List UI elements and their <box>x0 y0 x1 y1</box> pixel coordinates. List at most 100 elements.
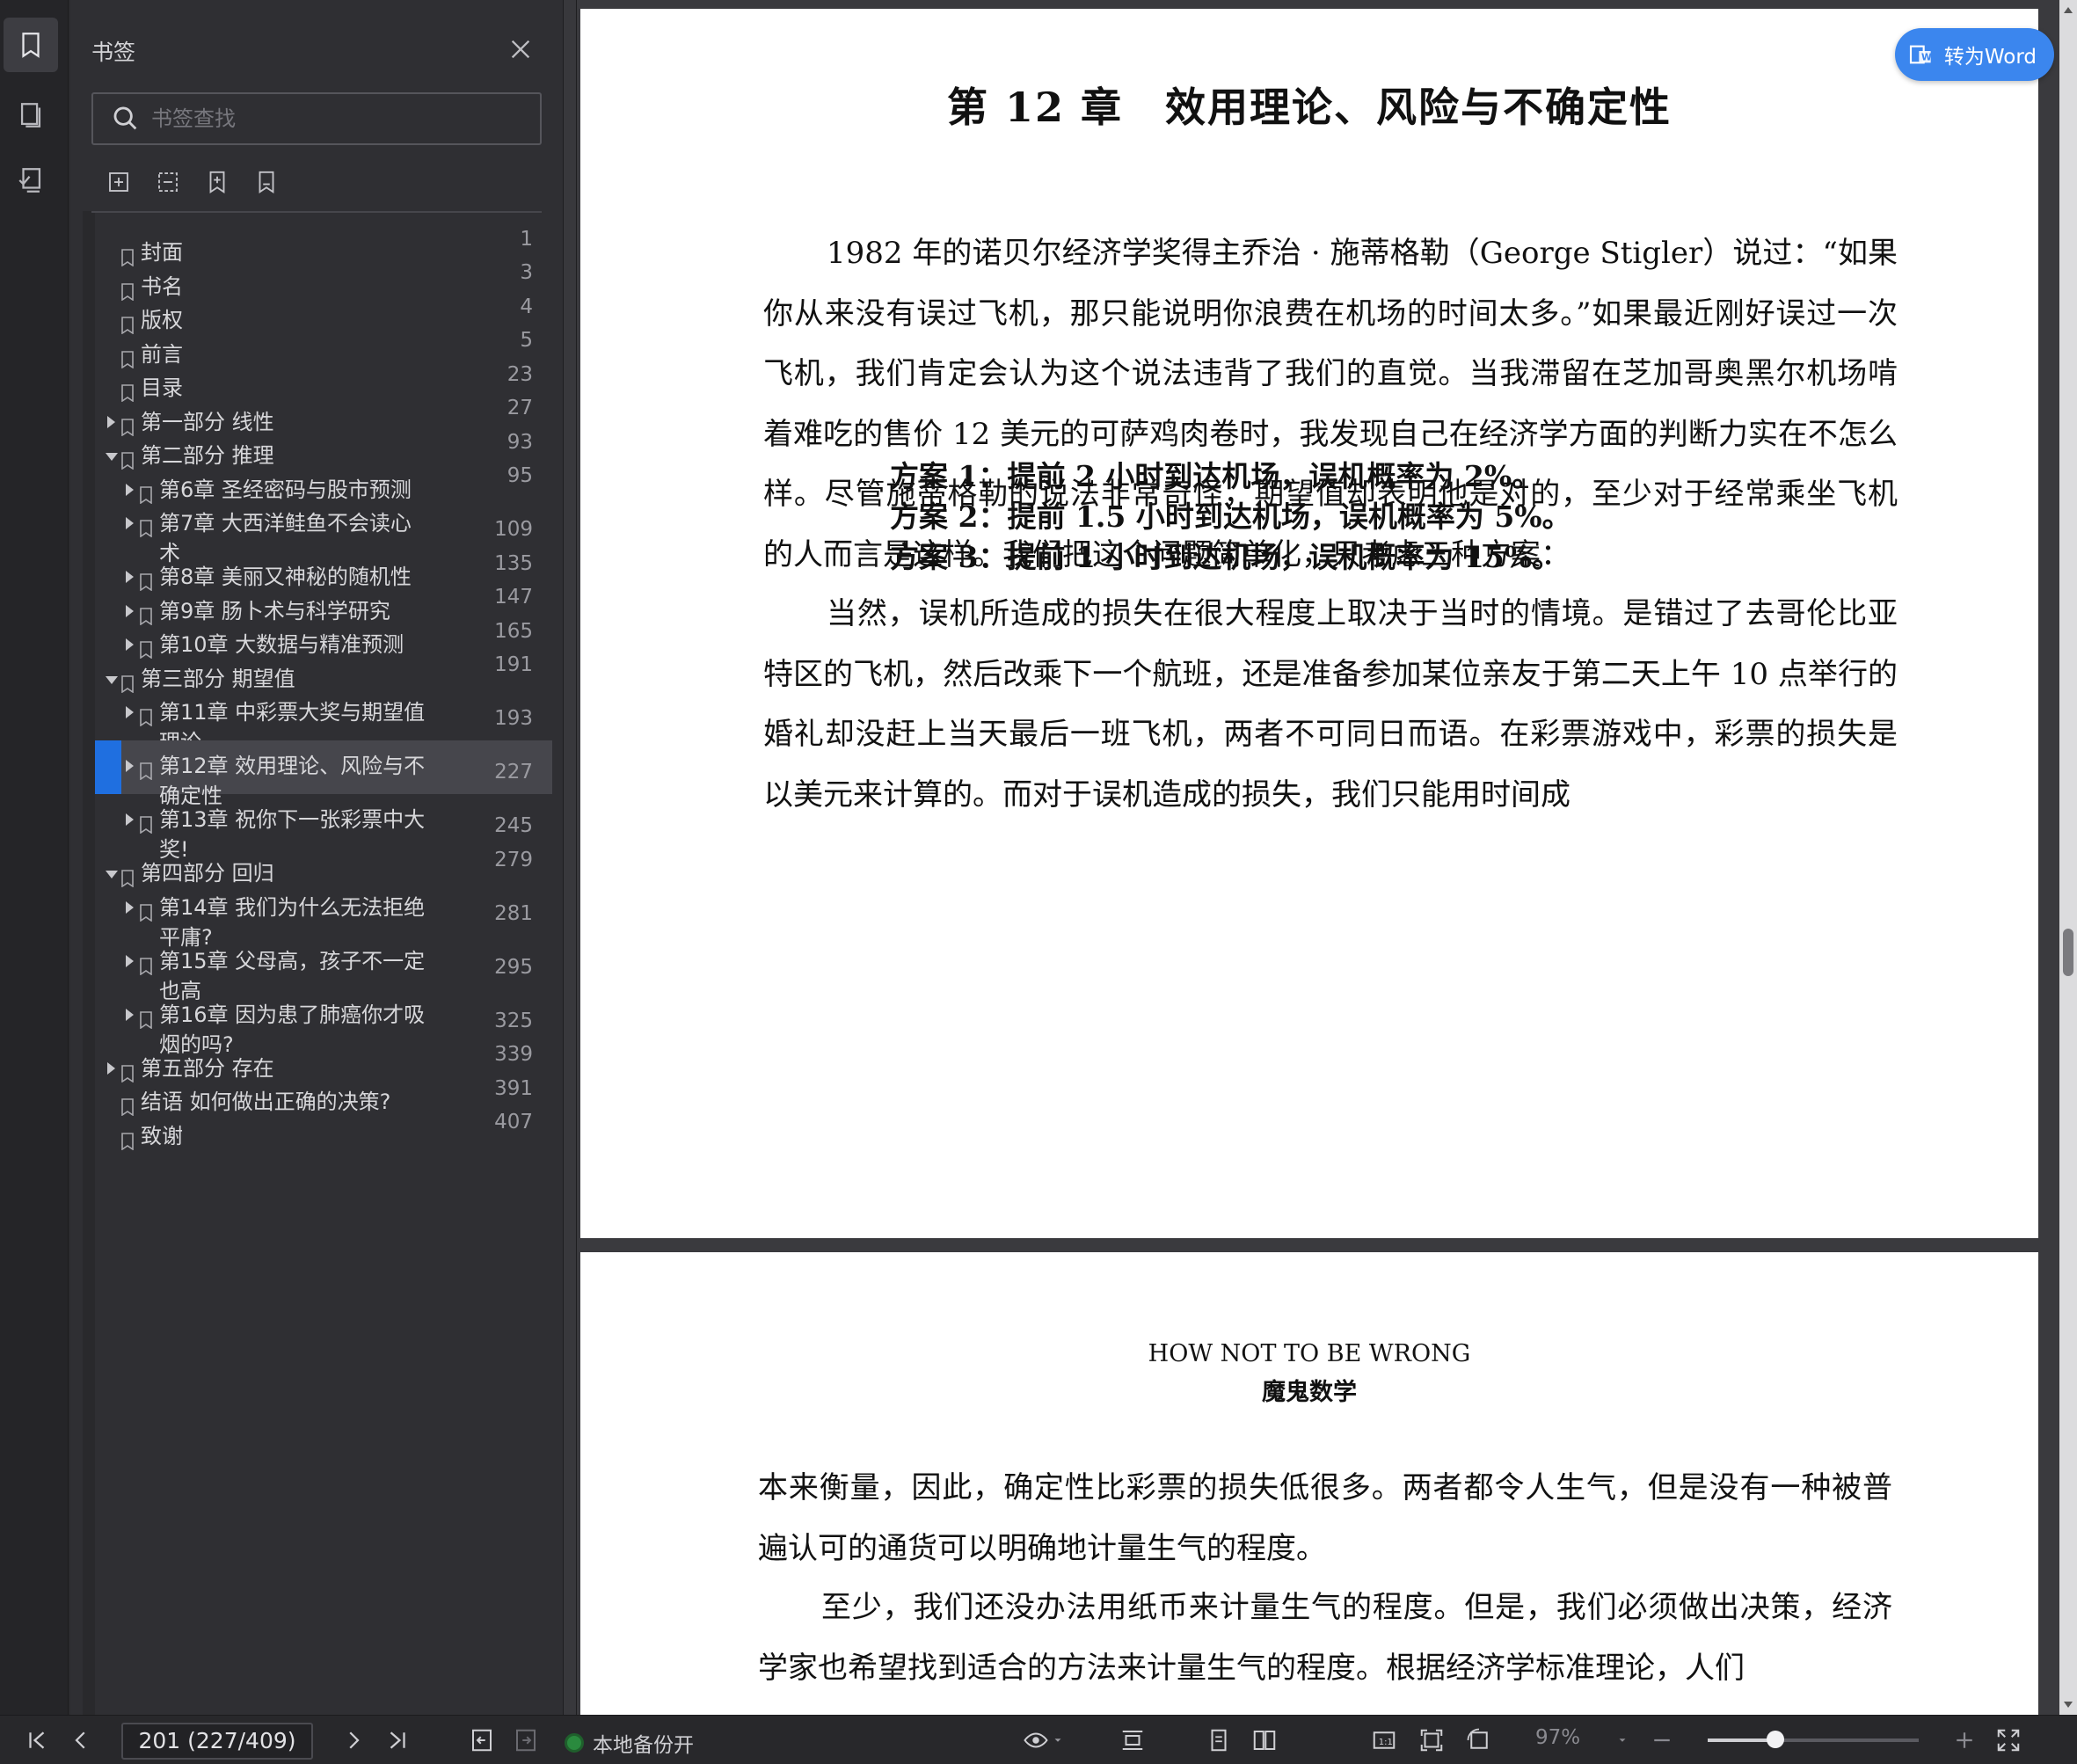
bookmark-item[interactable]: 第15章 父母高，孩子不一定 也高 295 <box>95 936 552 1003</box>
eye-protection-button[interactable] <box>1020 1724 1052 1756</box>
bookmark-item[interactable]: 第16章 因为患了肺癌你才吸 烟的吗? 325 <box>95 989 552 1057</box>
backup-status-icon <box>565 1733 584 1753</box>
eye-mode-dropdown[interactable] <box>1052 1724 1064 1756</box>
bookmark-page-number: 227 <box>494 761 533 784</box>
close-panel-button[interactable] <box>505 33 536 65</box>
bookmark-item[interactable]: 书名 3 <box>95 261 552 301</box>
bookmark-item[interactable]: 结语 如何做出正确的决策? 391 <box>95 1076 552 1117</box>
panel-resizer[interactable] <box>563 0 577 1715</box>
bookmark-item[interactable]: 致谢 407 <box>95 1111 552 1150</box>
caret-right-icon[interactable] <box>126 638 134 651</box>
zoom-in-button[interactable] <box>1949 1724 1980 1756</box>
bookmark-page-number: 27 <box>506 397 533 419</box>
paragraph: 本来衡量，因此，确定性比彩票的损失低很多。两者都令人生气，但是没有一种被普遍认可… <box>758 1470 1892 1566</box>
bookmark-icon <box>140 637 152 660</box>
bookmark-item[interactable]: 第11章 中彩票大奖与期望值 理论193 <box>95 687 552 754</box>
bookmark-item[interactable]: 封面 1 <box>95 227 552 267</box>
document-scrollbar[interactable] <box>2059 0 2077 1715</box>
scrollbar-thumb[interactable] <box>2063 929 2073 976</box>
go-back-button[interactable] <box>466 1724 498 1756</box>
bookmark-page-number: 109 <box>494 518 533 541</box>
bookmark-icon <box>121 671 134 693</box>
bookmark-item[interactable]: 第13章 祝你下一张彩票中大 奖! 245 <box>95 794 552 862</box>
caret-down-icon[interactable] <box>106 871 118 878</box>
bookmark-page-number: 93 <box>506 430 533 454</box>
minus-icon <box>1654 1738 1670 1742</box>
convert-to-word-button[interactable]: W 转为Word <box>1894 28 2054 81</box>
zoom-slider[interactable] <box>1708 1731 1919 1748</box>
caret-right-icon[interactable] <box>126 604 134 617</box>
zoom-out-button[interactable] <box>1646 1724 1678 1756</box>
bookmark-item[interactable]: 目录 23 <box>95 362 552 403</box>
bookmark-item[interactable]: 第四部分 回归 279 <box>95 848 552 888</box>
bookmark-item[interactable]: 第7章 大西洋鲑鱼不会读心 术 109 <box>95 498 552 565</box>
caret-right-icon[interactable] <box>126 483 134 496</box>
bookmark-page-number: 5 <box>520 329 533 352</box>
fit-page-button[interactable] <box>1416 1724 1447 1756</box>
bookmark-page-number: 23 <box>506 362 533 386</box>
bookmark-icon <box>121 346 134 368</box>
bookmark-page-number: 245 <box>494 814 533 837</box>
scroll-down-arrow[interactable] <box>2064 1702 2073 1708</box>
first-page-button[interactable] <box>21 1724 53 1756</box>
page-number-input[interactable]: 201 (227/409) <box>121 1723 313 1760</box>
actual-size-button[interactable]: 1:1 <box>1368 1724 1400 1756</box>
bookmark-item[interactable]: 第8章 美丽又神秘的随机性 135 <box>95 551 552 592</box>
double-page-button[interactable] <box>1249 1724 1280 1756</box>
fit-width-icon <box>1122 1731 1143 1750</box>
bookmark-icon <box>140 758 152 781</box>
single-page-button[interactable] <box>1203 1724 1235 1756</box>
zoom-slider-handle[interactable] <box>1766 1731 1784 1748</box>
icon-rail <box>0 0 69 1715</box>
bookmark-page-number: 1 <box>520 227 533 251</box>
local-backup-status[interactable]: 本地备份开 <box>565 1728 694 1758</box>
bookmark-item[interactable]: 前言 5 <box>95 329 552 368</box>
bookmark-item[interactable]: 版权 4 <box>95 295 552 335</box>
fullscreen-icon <box>1997 1729 2020 1752</box>
bookmark-item[interactable]: 第14章 我们为什么无法拒绝 平庸? 281 <box>95 882 552 950</box>
scroll-up-arrow[interactable] <box>2064 7 2073 13</box>
next-page-button[interactable] <box>338 1724 369 1756</box>
bookmark-icon <box>121 414 134 436</box>
bookmark-item[interactable]: 第6章 圣经密码与股市预测 95 <box>95 464 552 504</box>
collapse-all-button[interactable] <box>153 167 183 197</box>
thumbnail-panel-button[interactable] <box>4 88 58 142</box>
bookmark-search-input[interactable] <box>151 106 521 131</box>
bookmark-item[interactable]: 第二部分 推理 93 <box>95 430 552 470</box>
zoom-level[interactable]: 97% <box>1535 1726 1580 1749</box>
go-forward-button[interactable] <box>510 1724 542 1756</box>
bookmark-outline-button[interactable] <box>251 167 281 197</box>
caret-right-icon[interactable] <box>126 706 134 718</box>
fullscreen-button[interactable] <box>1993 1724 2024 1756</box>
zoom-slider-fill <box>1708 1738 1775 1742</box>
caret-right-icon[interactable] <box>126 954 134 967</box>
bookmark-item[interactable]: 第9章 肠卜术与科学研究 147 <box>95 586 552 625</box>
bookmark-item[interactable]: 第五部分 存在 339 <box>95 1043 552 1082</box>
bookmark-page-number: 191 <box>494 653 533 676</box>
fit-width-button[interactable] <box>1117 1724 1148 1756</box>
caret-right-icon[interactable] <box>107 1061 115 1075</box>
previous-page-button[interactable] <box>65 1724 97 1756</box>
bookmark-item[interactable]: 第一部分 线性 27 <box>95 397 552 436</box>
caret-right-icon[interactable] <box>126 813 134 826</box>
add-bookmark-button[interactable] <box>202 167 232 197</box>
caret-down-icon[interactable] <box>106 675 118 684</box>
bookmark-item[interactable]: 第10章 大数据与精准预测 165 <box>95 619 552 660</box>
caret-down-icon[interactable] <box>106 453 118 461</box>
caret-right-icon[interactable] <box>126 760 134 772</box>
expand-all-button[interactable] <box>104 167 134 197</box>
caret-right-icon[interactable] <box>126 517 134 529</box>
caret-right-icon[interactable] <box>126 1008 134 1021</box>
last-page-button[interactable] <box>382 1724 413 1756</box>
bookmark-page-number: 391 <box>494 1076 533 1100</box>
bookmark-item[interactable]: 第三部分 期望值 191 <box>95 653 552 693</box>
bookmark-tools <box>104 167 281 197</box>
bookmark-panel-button[interactable] <box>4 18 58 72</box>
annotation-panel-button[interactable] <box>4 153 58 208</box>
caret-right-icon[interactable] <box>107 415 115 428</box>
rotate-button[interactable] <box>1463 1724 1495 1756</box>
caret-right-icon[interactable] <box>126 571 134 583</box>
bookmark-item[interactable]: 第12章 效用理论、风险与不 确定性 227 <box>95 740 552 808</box>
zoom-dropdown[interactable] <box>1616 1724 1629 1756</box>
caret-right-icon[interactable] <box>126 900 134 914</box>
